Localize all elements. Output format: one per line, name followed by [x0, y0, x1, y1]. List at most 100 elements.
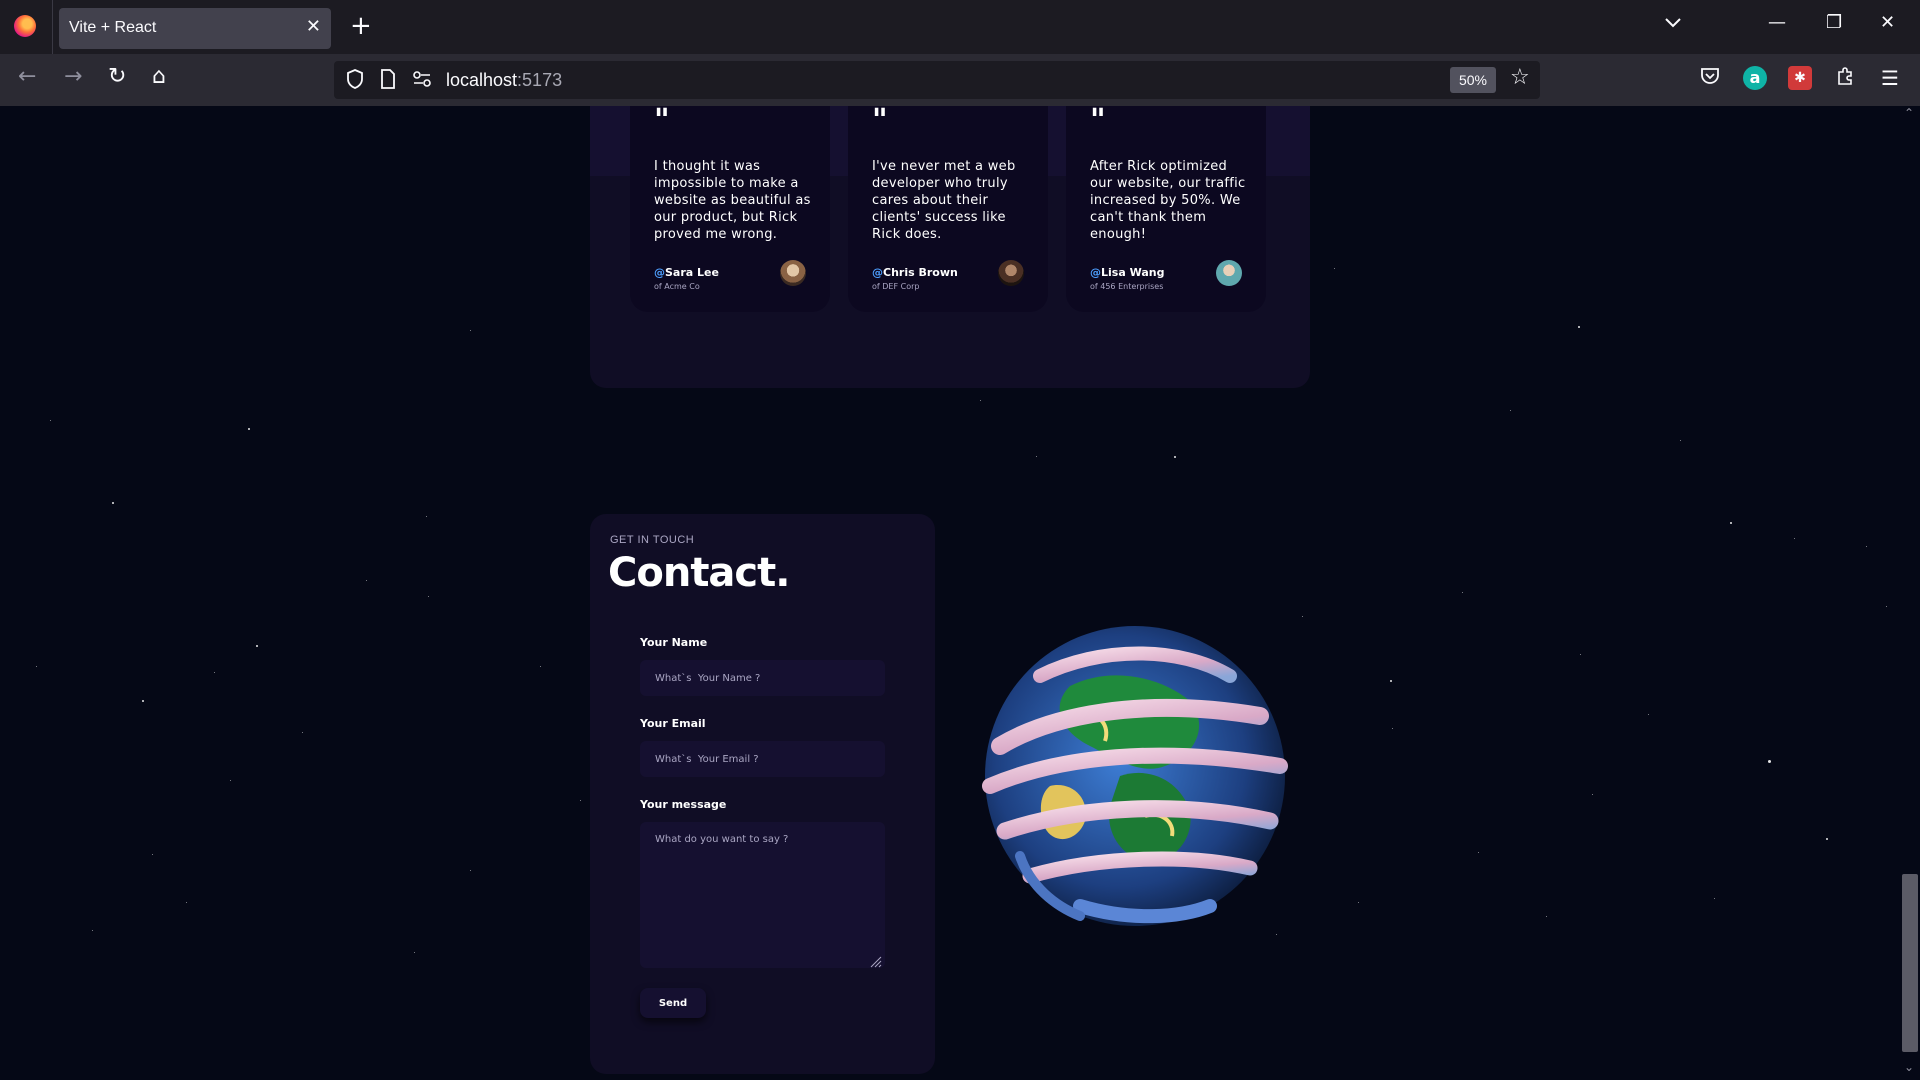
- star-dot: [470, 870, 471, 871]
- browser-tab[interactable]: Vite + React ✕: [59, 8, 331, 49]
- earth-globe-canvas[interactable]: [960, 606, 1300, 966]
- name-field-label: Your Name: [640, 636, 708, 649]
- back-icon[interactable]: ←: [18, 64, 36, 89]
- star-dot: [1358, 902, 1359, 903]
- page-info-icon[interactable]: [380, 69, 396, 94]
- message-textarea[interactable]: [640, 822, 885, 968]
- testimonial-author: @Chris Brown: [872, 266, 958, 279]
- contact-title: Contact.: [608, 550, 790, 596]
- minimize-window-icon[interactable]: —: [1768, 12, 1786, 33]
- zoom-level-badge[interactable]: 50%: [1450, 67, 1496, 93]
- star-dot: [1592, 794, 1593, 795]
- star-dot: [1648, 714, 1649, 715]
- page-scrollbar[interactable]: ⌃ ⌄: [1900, 106, 1920, 1080]
- testimonial-author-name: Sara Lee: [665, 266, 719, 279]
- extensions-puzzle-icon[interactable]: [1833, 66, 1857, 90]
- testimonial-text: After Rick optimized our website, our tr…: [1090, 159, 1246, 242]
- testimonial-text: I thought it was impossible to make a we…: [654, 159, 811, 242]
- send-button[interactable]: Send: [640, 988, 706, 1018]
- restore-window-icon[interactable]: ❐: [1826, 12, 1842, 33]
- site-permissions-icon[interactable]: [412, 69, 432, 94]
- scroll-thumb[interactable]: [1902, 874, 1918, 1052]
- star-dot: [1390, 680, 1392, 682]
- quote-mark-icon: ": [872, 106, 888, 138]
- star-dot: [366, 580, 367, 581]
- menu-hamburger-icon[interactable]: ☰: [1878, 66, 1902, 90]
- testimonial-author: @Lisa Wang: [1090, 266, 1165, 279]
- star-dot: [186, 902, 187, 903]
- star-dot: [112, 502, 114, 504]
- testimonial-company: of Acme Co: [654, 282, 700, 291]
- testimonial-company: of DEF Corp: [872, 282, 920, 291]
- home-icon[interactable]: ⌂: [152, 64, 166, 89]
- scroll-up-arrow-icon[interactable]: ⌃: [1904, 106, 1914, 120]
- star-dot: [1510, 410, 1511, 411]
- star-dot: [1866, 546, 1867, 547]
- star-dot: [1730, 522, 1732, 524]
- avatar: [1216, 260, 1242, 286]
- forward-icon[interactable]: →: [64, 64, 82, 89]
- message-field-label: Your message: [640, 798, 727, 811]
- star-dot: [1680, 440, 1681, 441]
- star-dot: [1036, 456, 1037, 457]
- url-host: localhost: [446, 70, 518, 90]
- list-all-tabs-icon[interactable]: [1664, 14, 1682, 33]
- star-dot: [302, 732, 303, 733]
- new-tab-icon[interactable]: +: [350, 10, 372, 42]
- firefox-logo-icon[interactable]: [14, 15, 36, 37]
- pocket-icon[interactable]: [1698, 66, 1722, 90]
- testimonial-author-name: Chris Brown: [883, 266, 958, 279]
- star-dot: [1578, 326, 1580, 328]
- url-bar[interactable]: localhost:5173 50% ☆: [334, 61, 1540, 99]
- browser-tab-bar: Vite + React ✕ + — ❐ ✕: [0, 0, 1920, 54]
- star-dot: [152, 854, 153, 855]
- star-dot: [1714, 898, 1715, 899]
- earth-globe-icon: [982, 626, 1288, 926]
- star-dot: [580, 800, 581, 801]
- page-viewport: " I thought it was impossible to make a …: [0, 106, 1900, 1080]
- bookmark-star-icon[interactable]: ☆: [1510, 65, 1530, 90]
- tab-title: Vite + React: [69, 19, 157, 36]
- star-dot: [980, 400, 981, 401]
- email-input[interactable]: [640, 741, 885, 777]
- avatar: [998, 260, 1024, 286]
- star-dot: [248, 428, 250, 430]
- tab-separator: [52, 0, 53, 54]
- close-tab-icon[interactable]: ✕: [306, 16, 321, 37]
- star-dot: [426, 516, 427, 517]
- tracking-protection-shield-icon[interactable]: [346, 69, 364, 94]
- scroll-down-arrow-icon[interactable]: ⌄: [1904, 1060, 1914, 1074]
- quote-mark-icon: ": [1090, 106, 1106, 138]
- reload-icon[interactable]: ↻: [108, 64, 126, 89]
- account-avatar-icon[interactable]: a: [1743, 66, 1767, 90]
- star-dot: [36, 666, 37, 667]
- testimonial-author: @Sara Lee: [654, 266, 719, 279]
- star-dot: [1478, 852, 1479, 853]
- extension-icon[interactable]: ✱: [1788, 66, 1812, 90]
- star-dot: [428, 596, 429, 597]
- name-input[interactable]: [640, 660, 885, 696]
- url-port: :5173: [517, 70, 563, 90]
- star-dot: [1580, 654, 1581, 655]
- testimonial-card: " I thought it was impossible to make a …: [630, 106, 830, 312]
- contact-subtitle: GET IN TOUCH: [610, 534, 695, 546]
- testimonial-company: of 456 Enterprises: [1090, 282, 1164, 291]
- star-dot: [470, 330, 471, 331]
- testimonial-text: I've never met a web developer who truly…: [872, 159, 1016, 242]
- star-dot: [1546, 916, 1547, 917]
- star-dot: [414, 952, 415, 953]
- star-dot: [540, 666, 541, 667]
- star-dot: [230, 780, 231, 781]
- star-dot: [1768, 760, 1771, 763]
- star-dot: [1392, 728, 1393, 729]
- url-text[interactable]: localhost:5173: [446, 70, 562, 91]
- avatar: [780, 260, 806, 286]
- resize-grip-icon[interactable]: [870, 956, 882, 968]
- testimonial-author-name: Lisa Wang: [1101, 266, 1165, 279]
- star-dot: [1174, 456, 1176, 458]
- star-dot: [1794, 538, 1795, 539]
- star-dot: [92, 930, 93, 931]
- close-window-icon[interactable]: ✕: [1880, 12, 1895, 33]
- star-dot: [256, 645, 258, 647]
- star-dot: [214, 672, 215, 673]
